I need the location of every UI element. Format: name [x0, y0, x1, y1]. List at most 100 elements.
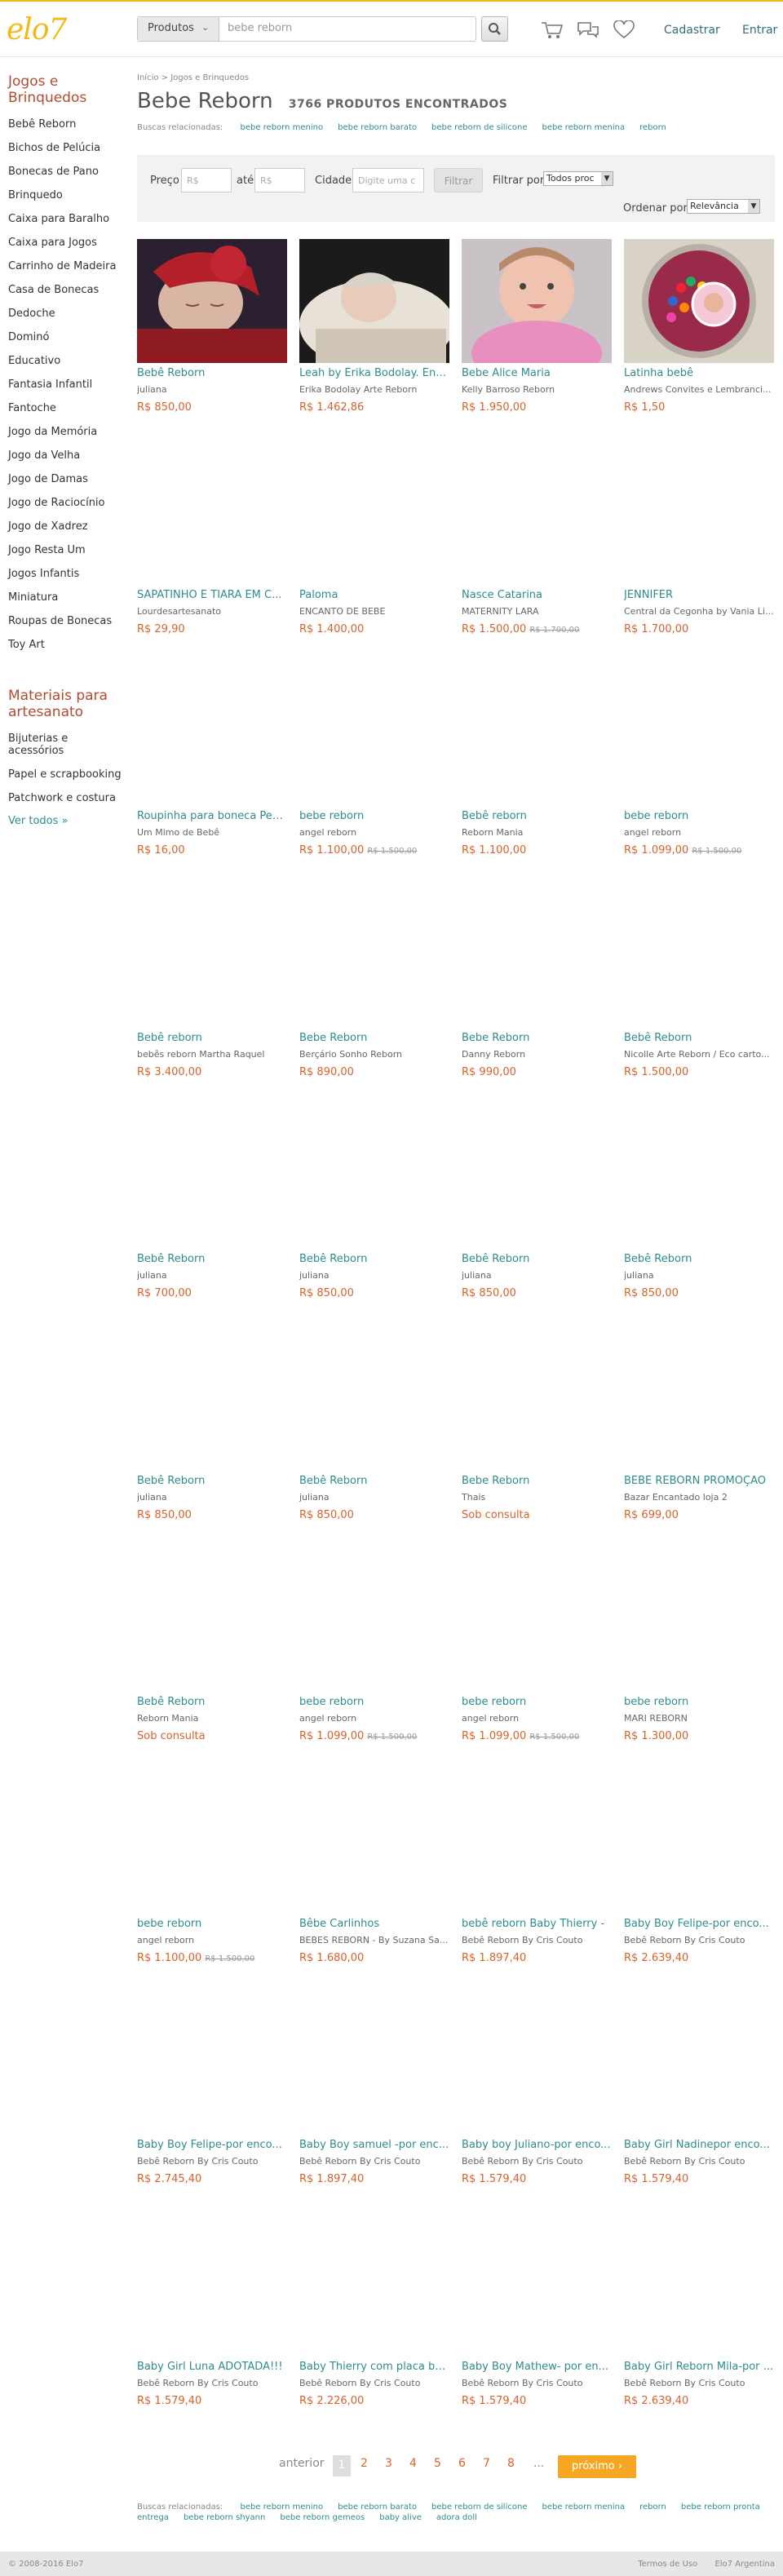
- product-image[interactable]: [299, 682, 449, 806]
- product-title[interactable]: Baby Boy samuel -por enc...: [299, 2139, 449, 2153]
- product-image[interactable]: [462, 1125, 612, 1249]
- product-seller[interactable]: MARI REBORN: [624, 1713, 774, 1724]
- related-search-link[interactable]: bebe reborn barato: [338, 2503, 417, 2512]
- product-image[interactable]: [137, 239, 287, 363]
- sidebar-materials-item[interactable]: Bijuterias e acessórios: [8, 727, 122, 763]
- sidebar-section-title-materials[interactable]: Materiais para artesanato: [8, 688, 122, 720]
- product-card[interactable]: Bebê Reborn juliana R$ 850,00: [299, 1347, 451, 1555]
- product-image[interactable]: [462, 682, 612, 806]
- product-title[interactable]: Bebe Reborn: [299, 1032, 449, 1046]
- product-image[interactable]: [137, 682, 287, 806]
- product-seller[interactable]: Bebê Reborn By Cris Couto: [462, 1935, 612, 1946]
- product-card[interactable]: Bebê Reborn juliana R$ 850,00: [137, 239, 289, 447]
- product-card[interactable]: Bebe Alice Maria Kelly Barroso Reborn R$ 1…: [462, 239, 613, 447]
- product-title[interactable]: Bebê Reborn: [624, 1253, 774, 1267]
- product-seller[interactable]: Lourdesartesanato: [137, 606, 287, 617]
- product-card[interactable]: Baby Thierry com placa ba... Bebê Reborn …: [299, 2233, 451, 2441]
- product-seller[interactable]: Andrews Convites e Lembranci...: [624, 384, 774, 396]
- product-seller[interactable]: Bebê Reborn By Cris Couto: [624, 2378, 774, 2389]
- product-seller[interactable]: BEBES REBORN - By Suzana Sa...: [299, 1935, 449, 1946]
- product-image[interactable]: [624, 239, 774, 363]
- product-seller[interactable]: angel reborn: [299, 1713, 449, 1724]
- product-image[interactable]: [462, 1347, 612, 1471]
- sidebar-category-item[interactable]: Jogo de Xadrez: [8, 515, 122, 538]
- product-title[interactable]: Baby Thierry com placa ba...: [299, 2361, 449, 2375]
- product-image[interactable]: [624, 1568, 774, 1692]
- sidebar-category-item[interactable]: Roupas de Bonecas: [8, 609, 122, 633]
- sidebar-category-item[interactable]: Bebê Reborn: [8, 113, 122, 136]
- product-image[interactable]: [624, 461, 774, 585]
- product-seller[interactable]: Erika Bodolay Arte Reborn: [299, 384, 449, 396]
- price-max-input[interactable]: R$: [254, 168, 305, 193]
- related-search-link[interactable]: reborn: [639, 2503, 666, 2512]
- product-image[interactable]: [299, 904, 449, 1028]
- product-seller[interactable]: angel reborn: [299, 827, 449, 839]
- search-input[interactable]: bebe reborn: [228, 22, 292, 34]
- product-title[interactable]: bebe reborn: [299, 810, 449, 824]
- product-title[interactable]: Bebê reborn: [462, 810, 612, 824]
- product-card[interactable]: Bebê reborn Reborn Mania R$ 1.100,00: [462, 682, 613, 890]
- next-page-button[interactable]: próximo ›: [558, 2455, 636, 2478]
- product-card[interactable]: Bebê Reborn juliana R$ 850,00: [624, 1125, 776, 1333]
- product-title[interactable]: Baby Girl Luna ADOTADA!!!: [137, 2361, 287, 2375]
- product-seller[interactable]: juliana: [137, 1270, 287, 1281]
- product-card[interactable]: Latinha bebê Andrews Convites e Lembranci…: [624, 239, 776, 447]
- product-card[interactable]: Baby Boy samuel -por enc... Bebê Reborn B…: [299, 2011, 451, 2219]
- terms-link[interactable]: Termos de Uso: [638, 2560, 697, 2569]
- product-title[interactable]: Bebê Reborn: [624, 1032, 774, 1046]
- product-title[interactable]: Bebe Reborn: [462, 1475, 612, 1489]
- product-image[interactable]: [299, 1790, 449, 1914]
- product-seller[interactable]: Bebê Reborn By Cris Couto: [624, 2156, 774, 2167]
- product-image[interactable]: [462, 904, 612, 1028]
- product-image[interactable]: [299, 239, 449, 363]
- product-card[interactable]: Bebê Reborn Nicolle Arte Reborn / Eco car…: [624, 904, 776, 1112]
- product-seller[interactable]: Kelly Barroso Reborn: [462, 384, 612, 396]
- page-link[interactable]: 6: [458, 2457, 466, 2470]
- related-search-link[interactable]: reborn: [639, 123, 666, 132]
- related-search-link[interactable]: bebe reborn menino: [240, 123, 323, 132]
- product-title[interactable]: Bebe Reborn: [462, 1032, 612, 1046]
- product-card[interactable]: SAPATINHO E TIARA EM C... Lourdesartesana…: [137, 461, 289, 669]
- current-page[interactable]: 1: [333, 2455, 351, 2476]
- related-search-link[interactable]: bebe reborn menina: [542, 2503, 625, 2512]
- product-image[interactable]: [137, 904, 287, 1028]
- product-title[interactable]: Bebê reborn: [137, 1032, 287, 1046]
- login-link[interactable]: Entrar: [742, 24, 777, 37]
- product-title[interactable]: bebe reborn: [624, 810, 774, 824]
- country-link[interactable]: Elo7 Argentina: [714, 2560, 775, 2569]
- product-image[interactable]: [624, 2233, 774, 2357]
- product-image[interactable]: [137, 1125, 287, 1249]
- sidebar-category-item[interactable]: Caixa para Jogos: [8, 231, 122, 255]
- product-title[interactable]: bebe reborn: [299, 1696, 449, 1710]
- product-image[interactable]: [137, 2011, 287, 2135]
- product-title[interactable]: bebe reborn: [137, 1918, 287, 1932]
- sidebar-materials-item[interactable]: Papel e scrapbooking: [8, 763, 122, 786]
- product-title[interactable]: Bebê Reborn: [299, 1475, 449, 1489]
- product-image[interactable]: [624, 904, 774, 1028]
- filter-by-select[interactable]: Todos proc ▼: [543, 171, 613, 186]
- product-card[interactable]: Bebê Reborn juliana R$ 850,00: [299, 1125, 451, 1333]
- product-card[interactable]: Roupinha para boneca Peq... Um Mimo de Be…: [137, 682, 289, 890]
- sidebar-category-item[interactable]: Bonecas de Pano: [8, 160, 122, 184]
- product-card[interactable]: bebe reborn angel reborn R$ 1.099,00 R$ 1.5…: [462, 1568, 613, 1776]
- product-card[interactable]: Baby Girl Reborn Mila-por ... Bebê Reborn…: [624, 2233, 776, 2441]
- product-image[interactable]: [299, 1568, 449, 1692]
- product-title[interactable]: Baby Girl Reborn Mila-por ...: [624, 2361, 774, 2375]
- breadcrumb[interactable]: Início > Jogos e Brinquedos: [137, 73, 783, 82]
- product-title[interactable]: Bebê Reborn: [299, 1253, 449, 1267]
- product-seller[interactable]: Bebê Reborn By Cris Couto: [624, 1935, 774, 1946]
- product-image[interactable]: [299, 2233, 449, 2357]
- product-card[interactable]: BEBE REBORN PROMOÇÃO Bazar Encantado loja…: [624, 1347, 776, 1555]
- product-image[interactable]: [462, 239, 612, 363]
- product-image[interactable]: [137, 1568, 287, 1692]
- related-search-link[interactable]: bebe reborn menina: [542, 123, 625, 132]
- sidebar-category-item[interactable]: Fantoche: [8, 396, 122, 420]
- product-title[interactable]: Leah by Érika Bodolay. Enc...: [299, 367, 449, 381]
- product-image[interactable]: [462, 2233, 612, 2357]
- sidebar-category-item[interactable]: Brinquedo: [8, 184, 122, 207]
- product-seller[interactable]: Reborn Mania: [462, 827, 612, 839]
- related-search-link[interactable]: bebe reborn menino: [240, 2503, 323, 2512]
- register-link[interactable]: Cadastrar: [664, 24, 720, 37]
- product-title[interactable]: Baby boy Juliano-por enco...: [462, 2139, 612, 2153]
- product-title[interactable]: Nasce Catarina: [462, 589, 612, 603]
